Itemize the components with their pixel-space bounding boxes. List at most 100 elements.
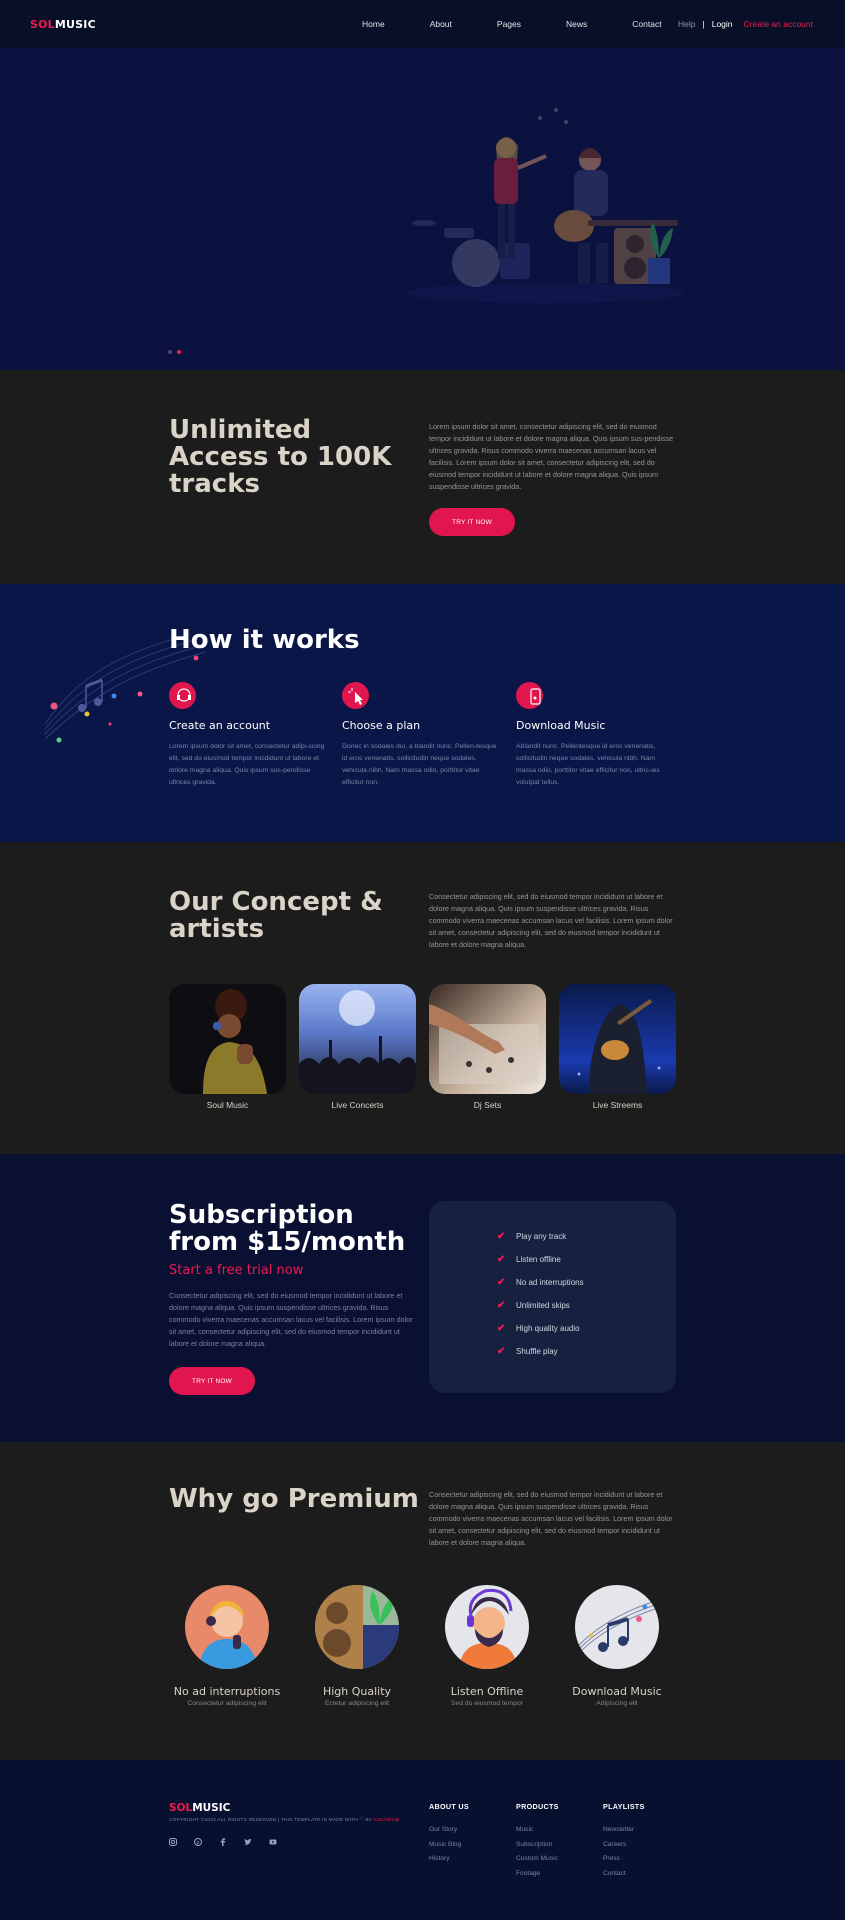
feature-item: ✔ Shuffle play — [497, 1346, 558, 1357]
hero-slider — [0, 48, 845, 370]
feature-label: Listen offline — [516, 1255, 561, 1264]
music-notes-illustration — [575, 1585, 659, 1669]
nav-contact[interactable]: Contact — [632, 19, 661, 29]
nav-pages[interactable]: Pages — [497, 19, 521, 29]
footer-link[interactable]: History — [429, 1852, 469, 1867]
premium-title: Why go Premium — [169, 1484, 419, 1514]
footer-col-title: ABOUT US — [429, 1802, 469, 1811]
card-dj-sets[interactable]: Dj Sets — [429, 984, 546, 1110]
card-live-streems[interactable]: Live Streems — [559, 984, 676, 1110]
header-account-links: Help | Login Create an account — [678, 0, 813, 48]
footer-col-about: ABOUT US Our Story Music Blog History — [429, 1802, 469, 1867]
free-trial-heading: Start a free trial now — [169, 1263, 304, 1278]
footer-link[interactable]: Contact — [603, 1867, 645, 1882]
how-it-works-section: How it works Create an account Lorem ips… — [0, 584, 845, 842]
slider-dot-active[interactable] — [177, 350, 181, 354]
step-create-account: Create an account Lorem ipsum dolor sit … — [169, 682, 329, 789]
copyright-text: COPYRIGHT ©2024 ALL RIGHTS RESERVED | TH… — [169, 1818, 373, 1823]
card-live-concerts[interactable]: Live Concerts — [299, 984, 416, 1110]
logo-sol: SOL — [169, 1802, 193, 1814]
feature-item: ✔ Listen offline — [497, 1255, 561, 1265]
listener-illustration — [445, 1585, 529, 1669]
feature-label: No ad interruptions — [516, 1278, 584, 1287]
nav-about[interactable]: About — [430, 19, 452, 29]
footer-link[interactable]: Custom Music — [516, 1852, 559, 1867]
premium-listen-offline: Listen Offline Sed do eiusmod tempor — [422, 1585, 552, 1707]
check-icon: ✔ — [497, 1300, 506, 1311]
premium-item-title: Listen Offline — [450, 1685, 524, 1698]
nav-home[interactable]: Home — [362, 19, 385, 29]
pinterest-icon[interactable]: p — [194, 1838, 202, 1846]
facebook-icon[interactable] — [219, 1838, 227, 1846]
step-download-music: Download Music Ablandit nunc. Pellentesq… — [516, 682, 676, 789]
soul-music-image — [169, 984, 286, 1094]
site-footer: SOLMUSIC COPYRIGHT ©2024 ALL RIGHTS RESE… — [0, 1760, 845, 1920]
feature-item: ✔ Unlimited skips — [497, 1300, 570, 1311]
card-label: Dj Sets — [473, 1100, 502, 1110]
speaker-illustration — [315, 1585, 399, 1669]
footer-col-title: PRODUCTS — [516, 1802, 559, 1811]
footer-link[interactable]: Footage — [516, 1867, 559, 1882]
svg-text:p: p — [196, 1840, 199, 1846]
try-it-now-button[interactable]: TRY IT NOW — [169, 1367, 255, 1395]
footer-link[interactable]: Music — [516, 1823, 559, 1838]
features-panel: ✔ Play any track ✔ Listen offline ✔ No ad i… — [429, 1201, 676, 1393]
premium-item-sub: Sed do eiusmod tempor — [450, 1700, 524, 1707]
feature-label: Shuffle play — [516, 1347, 558, 1356]
slider-dots — [168, 350, 181, 354]
slider-dot[interactable] — [168, 350, 172, 354]
subscription-section: Subscription from $15/month Start a free… — [0, 1154, 845, 1442]
youtube-icon[interactable] — [269, 1838, 277, 1846]
premium-download-music: Download Music Adipiscing elit — [552, 1585, 682, 1707]
footer-logo[interactable]: SOLMUSIC — [169, 1802, 230, 1814]
logo-music: MUSIC — [192, 1802, 231, 1814]
copyright: COPYRIGHT ©2024 ALL RIGHTS RESERVED | TH… — [169, 1818, 400, 1823]
premium-item-sub: Consectetur adipiscing elit — [187, 1700, 267, 1707]
premium-no-ads: No ad interruptions Consectetur adipisci… — [162, 1585, 292, 1707]
logo-music: MUSIC — [54, 17, 96, 31]
feature-item: ✔ Play any track — [497, 1231, 566, 1242]
nav-news[interactable]: News — [566, 19, 587, 29]
unlimited-title: Unlimited Access to 100K tracks — [169, 415, 392, 499]
subscription-title: Subscription from $15/month — [169, 1200, 406, 1257]
step-title: Download Music — [516, 719, 606, 732]
phone-music-icon — [516, 682, 543, 709]
twitter-icon[interactable] — [244, 1838, 252, 1846]
check-icon: ✔ — [497, 1346, 506, 1357]
check-icon: ✔ — [497, 1231, 506, 1242]
step-text: Ablandit nunc. Pellentesque id eros vene… — [516, 743, 660, 786]
card-label: Soul Music — [206, 1100, 249, 1110]
footer-link[interactable]: Music Blog — [429, 1838, 469, 1853]
help-link[interactable]: Help — [678, 19, 695, 29]
create-account-link[interactable]: Create an account — [744, 19, 813, 29]
premium-item-title: Download Music — [572, 1685, 662, 1698]
footer-link[interactable]: Careers — [603, 1838, 645, 1853]
footer-link[interactable]: Press — [603, 1852, 645, 1867]
footer-link[interactable]: Our Story — [429, 1823, 469, 1838]
feature-label: Unlimited skips — [516, 1301, 570, 1310]
unlimited-text: Lorem ipsum dolor sit amet, consectetur … — [429, 422, 674, 491]
concept-text: Consectetur adipiscing elit, sed do eius… — [429, 892, 673, 949]
step-text: Lorem ipsum dolor sit amet, consectetur … — [169, 743, 325, 786]
live-streems-image — [559, 984, 676, 1094]
logo[interactable]: SOLMUSIC — [30, 18, 96, 31]
try-it-now-button[interactable]: TRY IT NOW — [429, 508, 515, 536]
login-link[interactable]: Login — [712, 19, 733, 29]
instagram-icon[interactable] — [169, 1838, 177, 1846]
main-nav: Home About Pages News Contact — [362, 0, 662, 48]
concept-title: Our Concept & artists — [169, 887, 383, 944]
step-text: Donec in sodales dui, a blandit nunc. Pe… — [342, 743, 497, 786]
feature-item: ✔ No ad interruptions — [497, 1278, 584, 1288]
footer-link[interactable]: Subscription — [516, 1838, 559, 1853]
premium-item-sub: Adipiscing elit — [596, 1700, 638, 1707]
card-soul-music[interactable]: Soul Music — [169, 984, 286, 1110]
footer-link[interactable]: Newsletter — [603, 1823, 645, 1838]
feature-label: High quality audio — [516, 1324, 580, 1333]
social-links: p — [169, 1838, 277, 1846]
premium-item-title: No ad interruptions — [173, 1685, 281, 1698]
footer-col-playlists: PLAYLISTS Newsletter Careers Press Conta… — [603, 1802, 645, 1881]
colorlib-link[interactable]: COLORLIB — [374, 1818, 400, 1823]
live-concerts-image — [299, 984, 416, 1094]
footer-col-title: PLAYLISTS — [603, 1802, 645, 1811]
step-title: Choose a plan — [342, 719, 421, 732]
